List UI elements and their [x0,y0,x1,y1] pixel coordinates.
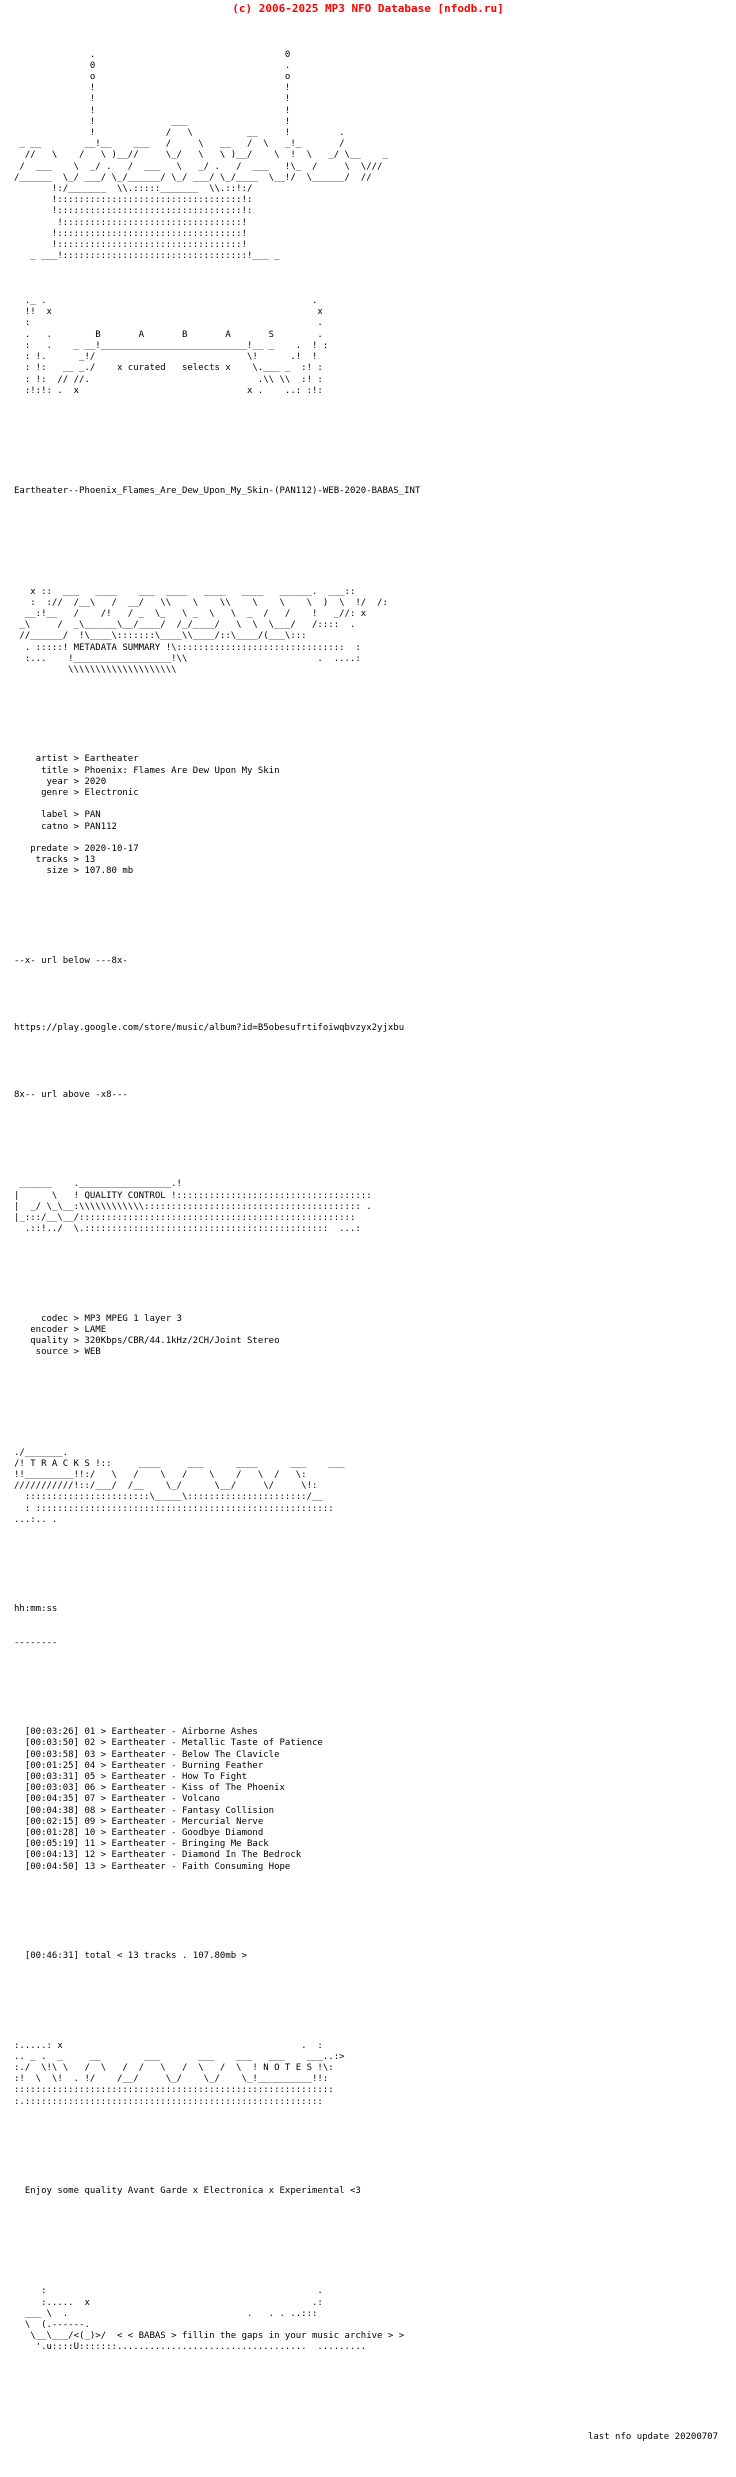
babas-curated-selects-logo: ._ . . !! x x : . . . B A B A S .: . _ … [24,296,329,396]
album-url-link[interactable]: https://play.google.com/store/music/albu… [14,1023,736,1034]
release-title: Eartheater--Phoenix_Flames_Are_Dew_Upon_… [14,486,421,497]
tracks-time-header: hh:mm:ss [14,1604,58,1615]
url-marker-below: 8x-- url above -x8--- [14,1089,128,1100]
metadata-summary-banner: x :: ___ ____ ___ ____ ____ ____ ______.… [19,586,388,675]
nfodb-copyright-header: (c) 2006-2025 MP3 NFO Database [nfodb.ru… [232,2,504,15]
notes-banner: :.....: x . : .. _ . _ __ ___ ___ ___ __… [14,2040,345,2107]
quality-control-banner: ______ ._________________.! | \ ! QUALIT… [14,1179,372,1235]
footer-babas-art: : . :..... x .: ___ \ . . . . ..::: \ (.… [24,2286,405,2353]
top-ascii-logo: . 0 0 . o o ! ! ! ! ! ! ! ___ ! ! / \ __… [14,49,388,262]
tracks-time-header-rule: -------- [14,1637,58,1648]
url-marker-above: --x- url below ---8x- [14,955,128,966]
track-listing: [00:03:26] 01 > Eartheater - Airborne As… [24,1727,323,1872]
notes-text: Enjoy some quality Avant Garde x Electro… [14,2185,361,2196]
last-nfo-update: last nfo update 20200707 [587,2431,718,2442]
nfo-page: (c) 2006-2025 MP3 NFO Database [nfodb.ru… [0,0,736,2477]
metadata-fields: artist > Eartheater title > Phoenix: Fla… [30,754,280,877]
tracks-banner: ./_______. /! T R A C K S !:: ____ ___ _… [14,1447,345,1525]
tracks-total-line: [00:46:31] total < 13 tracks . 107.80mb … [14,1951,247,1962]
quality-fields: codec > MP3 MPEG 1 layer 3 encoder > LAM… [30,1313,280,1358]
nfo-content: . 0 0 . o o ! ! ! ! ! ! ! ___ ! ! / \ __… [0,16,736,2477]
